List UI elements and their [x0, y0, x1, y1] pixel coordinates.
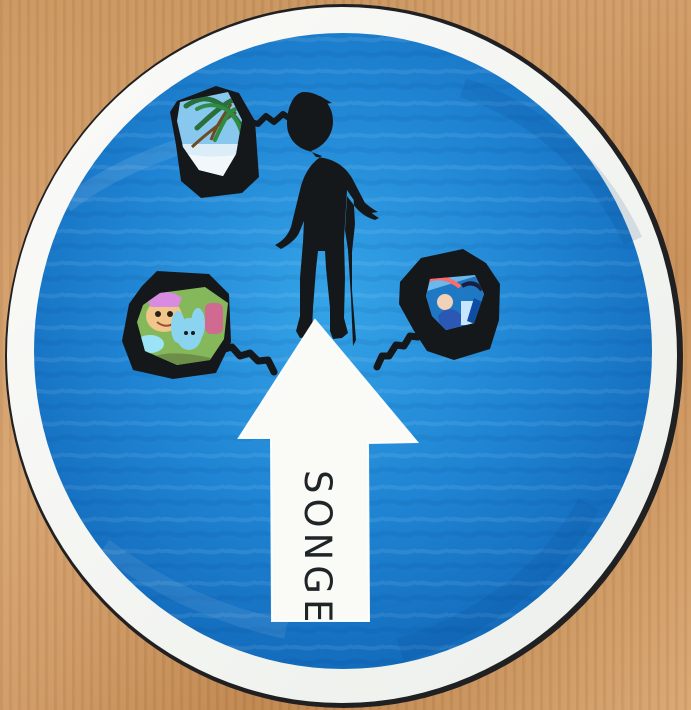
- photo-scene: SONGE: [0, 0, 691, 710]
- collage-artwork: SONGE: [5, 4, 683, 708]
- arrow-label: SONGE: [296, 470, 339, 627]
